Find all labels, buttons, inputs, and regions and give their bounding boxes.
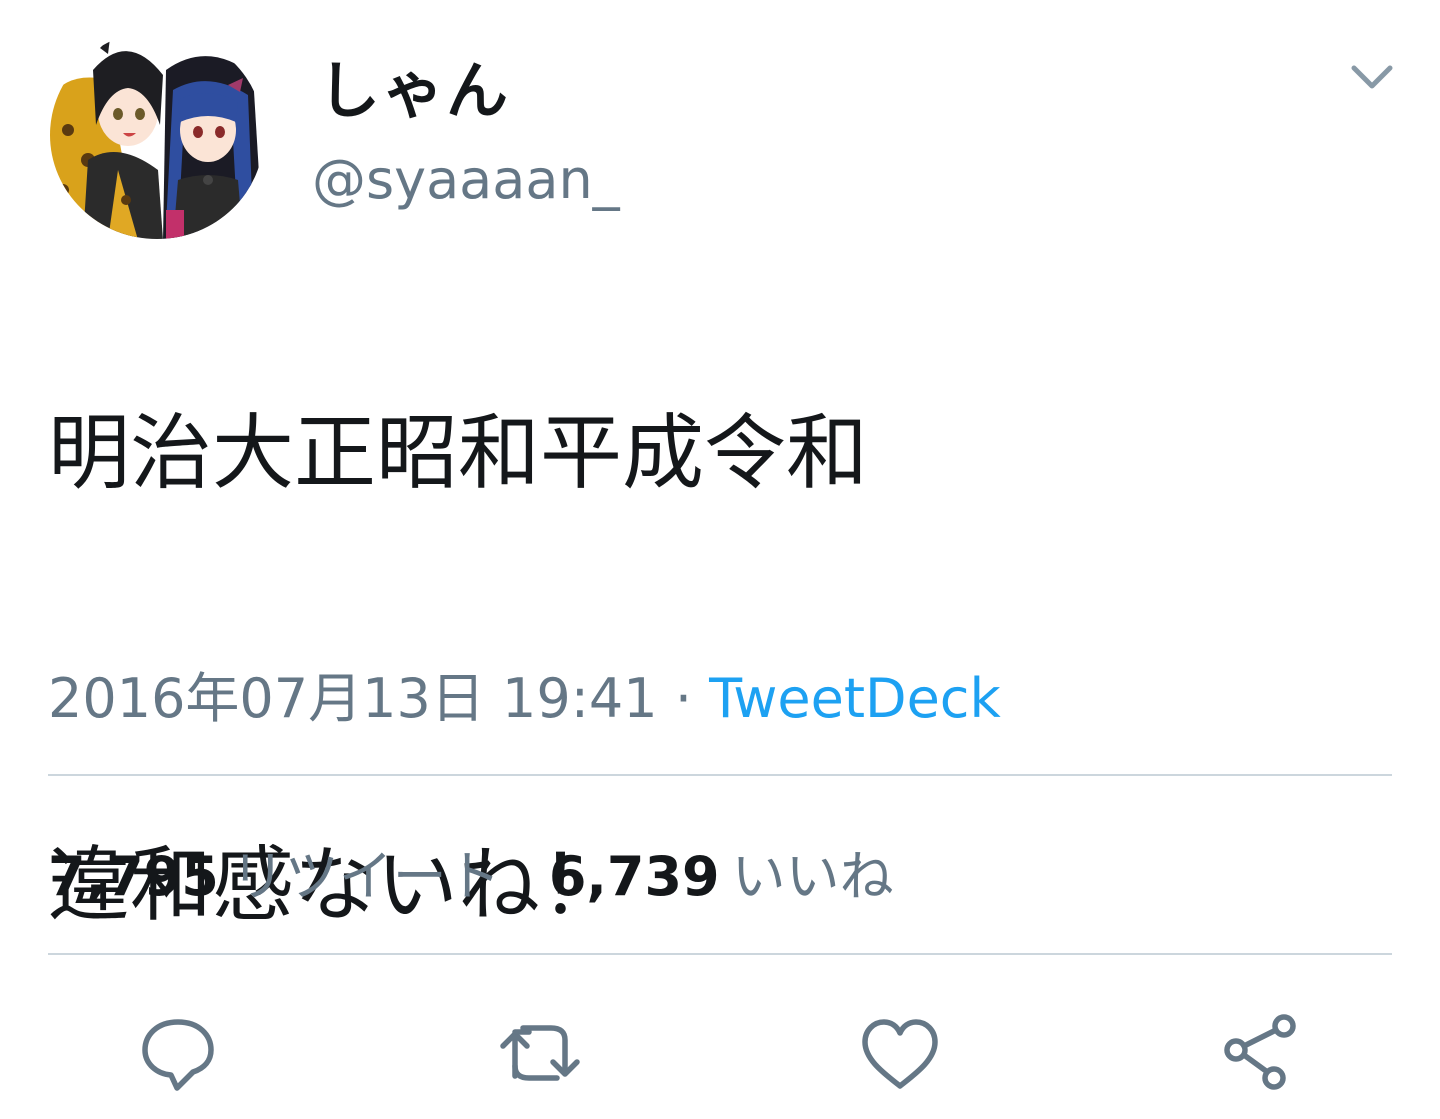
- divider: [48, 953, 1392, 955]
- reply-icon[interactable]: [133, 1008, 223, 1098]
- handle[interactable]: @syaaaan_: [312, 148, 620, 211]
- source-link[interactable]: TweetDeck: [709, 667, 1001, 730]
- retweets-stat[interactable]: 7,795 リツイート: [48, 845, 501, 908]
- display-name[interactable]: しゃん: [318, 40, 510, 130]
- tweet-meta: 2016年07月13日 19:41 · TweetDeck: [48, 654, 1001, 733]
- likes-count: 6,739: [548, 845, 720, 908]
- divider: [48, 774, 1392, 776]
- timestamp[interactable]: 2016年07月13日 19:41: [48, 667, 658, 730]
- avatar-image: [50, 31, 264, 239]
- tweet-detail: しゃん @syaaaan_ 明治大正昭和平成令和 違和感ないね！ 2016年07…: [0, 0, 1440, 1119]
- tweet-text-line: 明治大正昭和平成令和: [48, 406, 869, 501]
- retweet-icon[interactable]: [495, 1008, 585, 1098]
- like-icon[interactable]: [855, 1008, 945, 1098]
- meta-separator: ·: [674, 667, 692, 730]
- likes-label: いいね: [731, 845, 894, 908]
- tweet-stats: 7,795 リツイート 6,739 いいね: [48, 832, 894, 911]
- chevron-down-icon[interactable]: [1348, 58, 1396, 98]
- retweets-count: 7,795: [48, 845, 219, 908]
- retweets-label: リツイート: [230, 845, 501, 908]
- likes-stat[interactable]: 6,739 いいね: [549, 845, 894, 908]
- share-icon[interactable]: [1216, 1008, 1306, 1098]
- avatar[interactable]: [48, 30, 266, 240]
